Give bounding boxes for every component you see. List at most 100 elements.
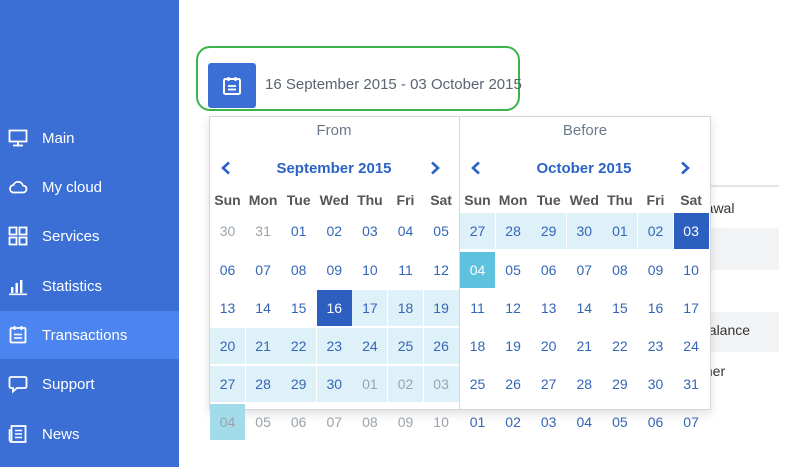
calendar-day[interactable]: 11 [388, 252, 423, 288]
nav-item-statistics[interactable]: Statistics [0, 262, 179, 310]
nav-item-label: Statistics [42, 277, 103, 295]
calendar-day[interactable]: 30 [210, 213, 245, 249]
calendar-day[interactable]: 15 [602, 290, 637, 326]
calendar-day[interactable]: 08 [281, 252, 316, 288]
calendar-day[interactable]: 22 [281, 328, 317, 364]
calendar-day[interactable]: 21 [245, 328, 281, 364]
calendar-day[interactable]: 24 [674, 328, 709, 364]
calendar-day[interactable]: 28 [495, 213, 531, 249]
calendar-day[interactable]: 05 [602, 404, 637, 440]
calendar-day[interactable]: 19 [423, 290, 459, 326]
calendar-day[interactable]: 01 [352, 366, 388, 402]
calendar-day[interactable]: 05 [496, 252, 531, 288]
calendar-day[interactable]: 11 [460, 290, 495, 326]
calendar-day[interactable]: 30 [566, 213, 602, 249]
calendar-day[interactable]: 10 [352, 252, 387, 288]
nav-item-transactions[interactable]: Transactions [0, 311, 179, 359]
calendar-day[interactable]: 17 [674, 290, 709, 326]
calendar-day[interactable]: 30 [638, 366, 673, 402]
calendar-day[interactable]: 06 [638, 404, 673, 440]
calendar-day[interactable]: 09 [638, 252, 673, 288]
calendar-day[interactable]: 03 [673, 213, 709, 249]
calendar-day[interactable]: 17 [352, 290, 388, 326]
calendar-day[interactable]: 01 [281, 213, 316, 249]
calendar-day[interactable]: 03 [531, 404, 566, 440]
calendar-day[interactable]: 02 [496, 404, 531, 440]
calendar-day[interactable]: 31 [246, 213, 281, 249]
calendar-day[interactable]: 31 [674, 366, 709, 402]
table-cell-fragment: mer [701, 363, 726, 379]
calendar-day[interactable]: 22 [602, 328, 637, 364]
calendar-day[interactable]: 13 [210, 290, 245, 326]
calendar-day[interactable]: 07 [246, 252, 281, 288]
prev-month-arrow-icon[interactable] [220, 161, 232, 175]
nav-item-services[interactable]: Services [0, 212, 179, 260]
calendar-day[interactable]: 06 [210, 252, 245, 288]
calendar-day[interactable]: 01 [460, 404, 495, 440]
nav-item-support[interactable]: Support [0, 360, 179, 408]
calendar-day[interactable]: 16 [638, 290, 673, 326]
calendar-day[interactable]: 03 [352, 213, 387, 249]
calendar-day[interactable]: 14 [567, 290, 602, 326]
calendar-day[interactable]: 08 [352, 404, 387, 440]
calendar-day[interactable]: 16 [316, 290, 352, 326]
calendar-day[interactable]: 01 [602, 213, 638, 249]
calendar-day[interactable]: 14 [246, 290, 281, 326]
calendar-day[interactable]: 06 [281, 404, 316, 440]
calendar-day[interactable]: 29 [602, 366, 637, 402]
calendar-day[interactable]: 19 [496, 328, 531, 364]
calendar-day[interactable]: 18 [388, 290, 423, 326]
calendar-day[interactable]: 09 [388, 404, 423, 440]
calendar-day[interactable]: 27 [210, 366, 245, 402]
nav-item-news[interactable]: News [0, 410, 179, 458]
calendar-button[interactable] [208, 63, 256, 108]
calendar-day[interactable]: 25 [460, 366, 495, 402]
calendar-day[interactable]: 04 [567, 404, 602, 440]
calendar-day[interactable]: 18 [460, 328, 495, 364]
calendar-day[interactable]: 06 [531, 252, 566, 288]
calendar-day[interactable]: 23 [638, 328, 673, 364]
nav-item-main[interactable]: Main [0, 114, 179, 162]
calendar-day[interactable]: 10 [424, 404, 459, 440]
date-range-text[interactable]: 16 September 2015 - 03 October 2015 [265, 76, 522, 93]
calendar-day[interactable]: 07 [317, 404, 352, 440]
calendar-day[interactable]: 12 [496, 290, 531, 326]
calendar-day[interactable]: 08 [602, 252, 637, 288]
calendar-day[interactable]: 02 [638, 213, 673, 249]
prev-month-arrow-icon[interactable] [470, 161, 482, 175]
calendar-day[interactable]: 10 [674, 252, 709, 288]
calendar-day[interactable]: 02 [317, 213, 352, 249]
calendar-day[interactable]: 30 [316, 366, 352, 402]
calendar-day[interactable]: 24 [352, 328, 388, 364]
calendar-day[interactable]: 15 [281, 290, 316, 326]
calendar-day[interactable]: 25 [388, 328, 423, 364]
calendar-day[interactable]: 07 [674, 404, 709, 440]
calendar-day[interactable]: 27 [460, 213, 495, 249]
calendar-day[interactable]: 20 [210, 328, 245, 364]
calendar-day[interactable]: 02 [388, 366, 423, 402]
calendar-day[interactable]: 04 [460, 252, 495, 288]
calendar-day[interactable]: 13 [531, 290, 566, 326]
calendar-day[interactable]: 23 [316, 328, 352, 364]
cloud-icon [8, 177, 28, 197]
calendar-day[interactable]: 29 [281, 366, 317, 402]
calendar-day[interactable]: 05 [246, 404, 281, 440]
calendar-day[interactable]: 27 [531, 366, 566, 402]
calendar-day[interactable]: 04 [388, 213, 423, 249]
calendar-day[interactable]: 07 [567, 252, 602, 288]
nav-item-my-cloud[interactable]: My cloud [0, 163, 179, 211]
calendar-day[interactable]: 03 [423, 366, 459, 402]
calendar-day[interactable]: 29 [531, 213, 567, 249]
next-month-arrow-icon[interactable] [679, 161, 691, 175]
calendar-day[interactable]: 20 [531, 328, 566, 364]
calendar-day[interactable]: 12 [424, 252, 459, 288]
calendar-day[interactable]: 21 [567, 328, 602, 364]
calendar-day[interactable]: 26 [496, 366, 531, 402]
calendar-day[interactable]: 04 [210, 404, 245, 440]
calendar-day[interactable]: 09 [317, 252, 352, 288]
next-month-arrow-icon[interactable] [429, 161, 441, 175]
calendar-day[interactable]: 26 [423, 328, 459, 364]
calendar-day[interactable]: 05 [424, 213, 459, 249]
calendar-day[interactable]: 28 [567, 366, 602, 402]
calendar-day[interactable]: 28 [245, 366, 281, 402]
